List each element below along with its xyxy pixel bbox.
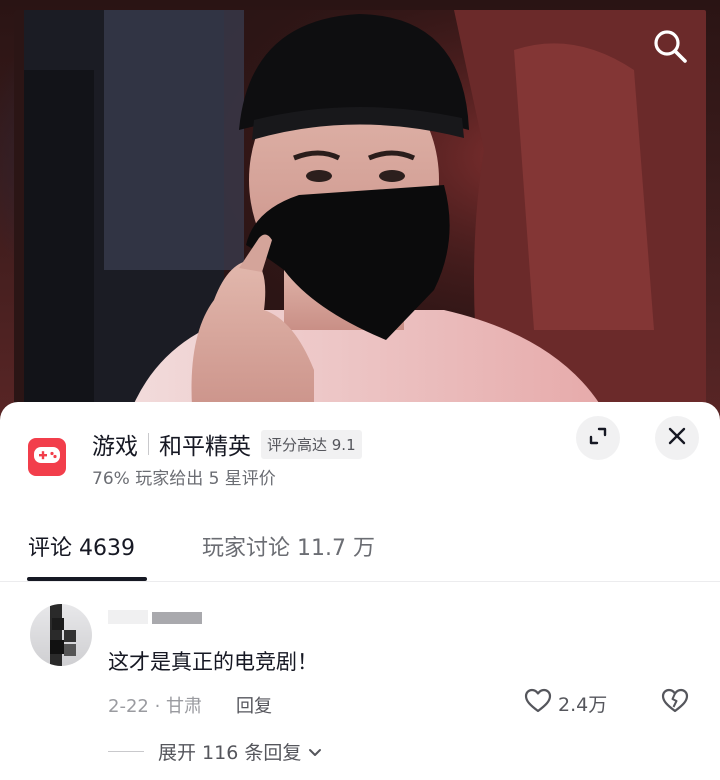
expand-icon — [587, 425, 609, 451]
search-icon — [650, 26, 690, 70]
broken-heart-icon — [661, 688, 689, 718]
avatar-pixel — [52, 618, 64, 630]
heart-icon — [524, 688, 552, 718]
avatar-pixel — [64, 644, 76, 656]
close-button[interactable] — [655, 416, 699, 460]
avatar[interactable] — [30, 604, 92, 666]
rating-badge: 评分高达 9.1 — [261, 429, 362, 459]
dislike-button[interactable] — [660, 688, 690, 718]
chevron-down-icon — [307, 744, 323, 760]
tab-player-discussion[interactable]: 玩家讨论 11.7 万 — [202, 530, 375, 562]
video-frame — [14, 10, 706, 430]
game-rating-summary: 76% 玩家给出 5 星评价 — [92, 469, 276, 489]
avatar-pixel — [50, 640, 64, 654]
game-category: 游戏 — [92, 434, 138, 460]
expand-divider — [108, 751, 144, 752]
reply-button[interactable]: 回复 — [236, 692, 272, 718]
expand-replies-button[interactable]: 展开 116 条回复 — [108, 738, 323, 765]
avatar-pixel — [64, 630, 76, 642]
game-title-row[interactable]: 游戏 和平精英 评分高达 9.1 — [92, 426, 362, 462]
search-button[interactable] — [644, 22, 696, 74]
comment-meta: 2-22 · 甘肃 回复 — [108, 692, 272, 718]
title-divider — [148, 433, 149, 455]
expand-replies-label: 展开 116 条回复 — [158, 742, 302, 764]
expand-button[interactable] — [576, 416, 620, 460]
close-icon — [666, 425, 688, 451]
comment-text: 这才是真正的电竞剧！ — [108, 650, 318, 674]
like-count: 2.4万 — [558, 693, 608, 716]
redaction-block — [108, 610, 148, 624]
comment-tabs: 评论 4639 玩家讨论 11.7 万 — [0, 520, 720, 582]
game-name: 和平精英 — [159, 434, 251, 460]
comments-sheet: 游戏 和平精英 评分高达 9.1 76% 玩家给出 5 星评价 评论 4639 … — [0, 402, 720, 780]
tab-comments[interactable]: 评论 4639 — [28, 530, 135, 562]
like-button[interactable]: 2.4万 — [524, 688, 607, 718]
comment-date-location: 2-22 · 甘肃 — [108, 696, 203, 717]
redaction-block — [152, 612, 202, 624]
video-player[interactable] — [0, 0, 720, 430]
active-tab-indicator — [27, 577, 147, 581]
game-app-icon[interactable] — [28, 438, 66, 476]
gamepad-icon — [33, 445, 61, 469]
username-redacted[interactable] — [108, 608, 202, 626]
